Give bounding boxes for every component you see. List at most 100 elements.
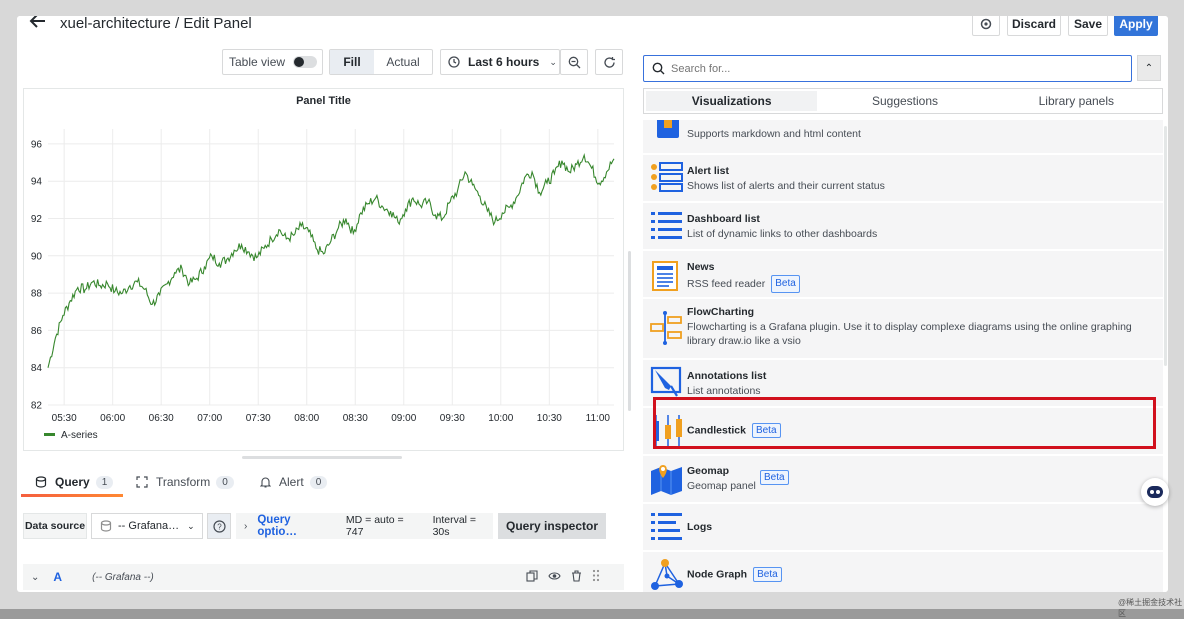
time-range-picker[interactable]: Last 6 hours ⌄	[440, 49, 560, 75]
candlestick-icon	[649, 413, 685, 449]
viz-item-flowcharting[interactable]: FlowCharting Flowcharting is a Grafana p…	[643, 299, 1163, 359]
help-button[interactable]: ?	[207, 513, 231, 539]
viz-desc: Geomap panel	[687, 480, 756, 492]
viz-name: Annotations list	[687, 370, 767, 382]
y-tick-label: 92	[31, 214, 43, 225]
tab-transform-label: Transform	[156, 475, 211, 489]
toggle-switch[interactable]	[293, 56, 318, 68]
series-line	[47, 153, 615, 368]
gear-icon	[980, 18, 992, 30]
search-input[interactable]	[671, 62, 1111, 75]
viz-item-annotations-list[interactable]: Annotations list List annotations	[643, 360, 1163, 407]
y-tick-label: 88	[31, 289, 43, 300]
scrollbar[interactable]	[1164, 126, 1167, 366]
trash-icon[interactable]	[571, 570, 582, 585]
viz-tabs: Visualizations Suggestions Library panel…	[643, 88, 1163, 114]
discard-button[interactable]: Discard	[1007, 16, 1061, 36]
search-box[interactable]	[643, 55, 1132, 82]
visualization-picker: ⌃ Visualizations Suggestions Library pan…	[637, 46, 1168, 592]
tab-visualizations[interactable]: Visualizations	[646, 91, 818, 111]
viz-name: Alert list	[687, 165, 730, 177]
viz-item-text[interactable]: Supports markdown and html content	[643, 120, 1163, 154]
viz-item-news[interactable]: News RSS feed reader Beta	[643, 251, 1163, 298]
viz-item-alert-list[interactable]: Alert list Shows list of alerts and thei…	[643, 155, 1163, 202]
x-tick-label: 10:30	[537, 413, 562, 424]
x-tick-label: 07:30	[246, 413, 271, 424]
x-tick-label: 06:30	[149, 413, 174, 424]
viz-desc: Shows list of alerts and their current s…	[687, 180, 885, 192]
tab-transform[interactable]: Transform 0	[136, 475, 234, 489]
query-inspector-button[interactable]: Query inspector	[498, 513, 606, 539]
viz-item-candlestick[interactable]: Candlestick Beta	[643, 408, 1163, 455]
beta-badge: Beta	[771, 275, 800, 293]
query-row-a[interactable]: ⌄ A (-- Grafana --)	[23, 564, 624, 590]
eye-icon[interactable]	[548, 570, 561, 585]
search-icon	[652, 62, 665, 75]
x-tick-label: 09:00	[391, 413, 416, 424]
viz-name: Logs	[687, 521, 713, 533]
table-view-toggle[interactable]: Table view	[222, 49, 323, 75]
bell-icon	[260, 477, 271, 488]
viz-item-geomap[interactable]: Geomap Geomap panel Beta	[643, 456, 1163, 503]
viz-desc: List annotations	[687, 385, 761, 397]
viz-name: Dashboard list	[687, 213, 760, 225]
data-source-select[interactable]: -- Grafana… ⌄	[91, 513, 203, 539]
save-button[interactable]: Save	[1068, 16, 1108, 36]
database-icon	[100, 520, 112, 532]
collapse-button[interactable]: ⌃	[1137, 55, 1161, 81]
viz-item-logs[interactable]: Logs	[643, 504, 1163, 551]
back-arrow-icon[interactable]	[25, 16, 51, 34]
fill-actual-switch: Fill Actual	[329, 49, 433, 75]
assistant-icon	[1147, 486, 1163, 498]
logs-icon	[649, 509, 685, 545]
y-tick-label: 96	[31, 139, 43, 150]
drag-handle-icon[interactable]	[592, 569, 600, 585]
y-tick-label: 90	[31, 251, 43, 262]
query-options-bar[interactable]: › Query optio… MD = auto = 747 Interval …	[236, 513, 493, 539]
active-tab-indicator	[21, 494, 123, 497]
viz-name: Candlestick	[687, 424, 746, 437]
alert-list-icon	[649, 160, 685, 196]
tab-query-label: Query	[55, 475, 90, 489]
y-tick-label: 82	[31, 401, 43, 412]
tab-library-panels[interactable]: Library panels	[991, 89, 1162, 113]
table-view-label: Table view	[229, 55, 286, 69]
settings-button[interactable]	[972, 16, 1000, 36]
viz-name: Geomap	[687, 465, 730, 477]
refresh-button[interactable]	[595, 49, 623, 75]
query-data-source: (-- Grafana --)	[92, 571, 154, 583]
resize-handle[interactable]	[242, 456, 402, 459]
viz-item-node-graph[interactable]: Node Graph Beta	[643, 552, 1163, 592]
apply-button[interactable]: Apply	[1114, 16, 1158, 36]
tab-transform-count: 0	[216, 475, 234, 489]
tab-query[interactable]: Query 1	[35, 475, 114, 489]
viz-item-dashboard-list[interactable]: Dashboard list List of dynamic links to …	[643, 203, 1163, 250]
database-icon	[35, 476, 47, 488]
max-data-points-text: MD = auto = 747	[345, 514, 404, 538]
visualization-list: Supports markdown and html content Alert…	[643, 120, 1163, 592]
chevron-right-icon: ›	[244, 520, 248, 532]
x-tick-label: 08:30	[343, 413, 368, 424]
query-options-label[interactable]: Query optio…	[257, 514, 330, 538]
geomap-icon	[649, 461, 685, 497]
actual-option[interactable]: Actual	[374, 55, 432, 69]
viz-desc: RSS feed reader	[687, 277, 766, 290]
tab-suggestions[interactable]: Suggestions	[819, 89, 990, 113]
x-tick-label: 10:00	[488, 413, 513, 424]
legend-swatch	[44, 433, 55, 436]
zoom-out-button[interactable]	[560, 49, 588, 75]
chevron-down-icon[interactable]: ⌄	[31, 572, 39, 583]
query-ref-id[interactable]: A	[53, 570, 62, 584]
svg-text:?: ?	[217, 522, 222, 531]
question-circle-icon: ?	[212, 519, 226, 533]
tab-alert[interactable]: Alert 0	[260, 475, 328, 489]
assistant-float-button[interactable]	[1141, 478, 1169, 506]
panel-preview: Panel Title 82 84 86 88 90 92 94 96 05:30 06:00 06…	[23, 88, 624, 451]
splitter-handle[interactable]	[628, 251, 631, 411]
transform-icon	[136, 476, 148, 488]
duplicate-icon[interactable]	[526, 570, 538, 585]
viz-name: News	[687, 261, 715, 273]
legend-label: A-series	[61, 430, 98, 441]
annotations-list-icon	[649, 364, 685, 400]
fill-option[interactable]: Fill	[330, 50, 374, 74]
